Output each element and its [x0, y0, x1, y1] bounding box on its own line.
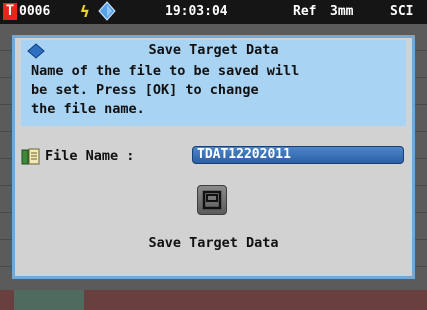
dialog-title: Save Target Data: [148, 42, 279, 58]
clock: 19:03:04: [165, 4, 228, 19]
save-button[interactable]: [197, 185, 227, 215]
ref-label: Ref: [293, 4, 317, 19]
target-badge: T: [3, 3, 17, 20]
dialog-header: Save Target Data Name of the file to be …: [21, 40, 406, 126]
aperture-label: 3mm: [330, 4, 354, 19]
save-target-dialog: Save Target Data Name of the file to be …: [12, 35, 415, 279]
status-bar: T 0006 ϟ 19:03:04 Ref 3mm SCI: [0, 0, 427, 24]
file-name-field[interactable]: TDAT12202011: [192, 146, 404, 164]
save-icon: [202, 190, 222, 210]
file-icon: [21, 147, 41, 169]
mode-label: SCI: [390, 4, 414, 19]
bolt-icon: ϟ: [80, 2, 90, 21]
save-button-label: Save Target Data: [148, 235, 279, 251]
instrument-screen: T 0006 ϟ 19:03:04 Ref 3mm SCI Save Targe…: [0, 0, 427, 310]
sample-number: 0006: [19, 4, 51, 19]
dialog-message: Name of the file to be saved will be set…: [31, 63, 300, 117]
bottom-tab[interactable]: [14, 290, 84, 310]
file-name-label: File Name :: [45, 148, 135, 164]
